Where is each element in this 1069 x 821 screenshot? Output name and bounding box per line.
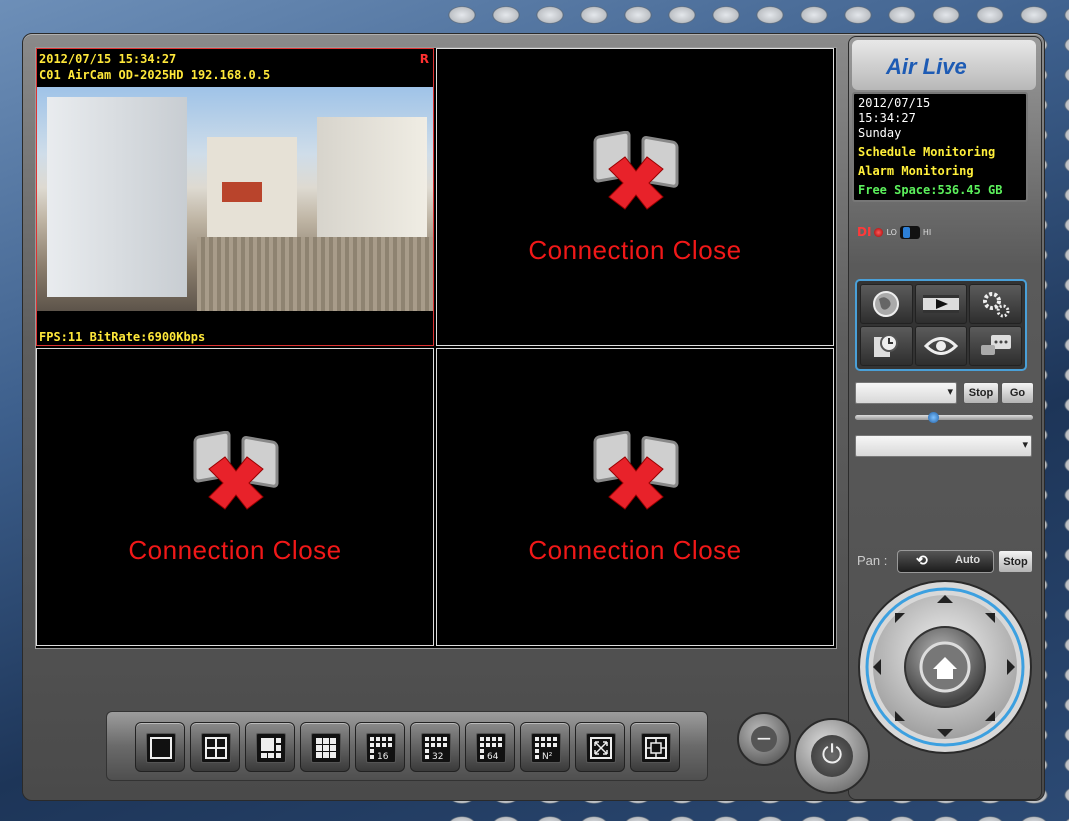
six-view-icon [256,733,286,763]
grid-64-label: 64 [487,752,499,762]
single-view-icon [146,733,176,763]
recording-flag: R [419,52,429,66]
layout-nine-button[interactable] [300,722,350,772]
minimize-button[interactable]: − [737,712,791,766]
video-grid: 2012/07/15 15:34:27 C01 AirCam OD-2025HD… [35,47,837,649]
auto-cycle-button[interactable] [630,722,680,772]
connection-close-icon [593,131,679,210]
playback-icon[interactable] [914,284,968,324]
status-info-box: 2012/07/15 15:34:27 Sunday Schedule Moni… [852,92,1028,202]
power-button[interactable]: ⏻ [794,718,870,794]
home-icon[interactable] [919,641,971,693]
grid-n2-icon: N² [531,733,561,763]
power-icon: ⏻ [811,735,853,777]
layout-six-button[interactable] [245,722,295,772]
grid-64-icon: 64 [476,733,506,763]
fullscreen-icon [586,733,616,763]
layout-64-button[interactable]: 64 [465,722,515,772]
eye-icon[interactable] [914,326,968,366]
di-hi-label: HI [922,227,932,237]
camera-select[interactable] [855,435,1032,457]
camera-cell-4[interactable]: Connection Close [436,348,834,646]
di-label: DI [857,225,872,239]
cycle-icon: ⟲ [916,552,928,568]
di-lo-label: LO [886,227,897,237]
layout-single-button[interactable] [135,722,185,772]
grid-n2-label: N² [542,752,553,762]
grid-32-icon: 32 [421,733,451,763]
pan-label: Pan : [857,553,888,568]
camera-cell-1[interactable]: 2012/07/15 15:34:27 C01 AirCam OD-2025HD… [36,48,434,346]
speed-slider-track[interactable] [855,415,1033,420]
nine-view-icon [311,733,341,763]
function-pad [855,279,1027,371]
connection-close-icon [193,431,279,510]
layout-16-button[interactable]: 16 [355,722,405,772]
auto-cycle-icon [641,733,671,763]
di-led-icon [874,227,884,237]
di-toggle[interactable] [899,225,920,239]
pan-auto-label: Auto [955,554,981,566]
info-time: 15:34:27 [858,111,916,125]
preset-go-button[interactable]: Go [1001,382,1034,404]
camera-cell-3[interactable]: Connection Close [36,348,434,646]
connection-status-text: Connection Close [128,535,342,565]
globe-icon[interactable] [860,284,913,324]
schedule-clock-icon[interactable] [860,326,913,366]
pan-stop-button[interactable]: Stop [998,550,1033,573]
message-icon[interactable] [969,326,1022,366]
schedule-monitoring-status: Schedule Monitoring [858,145,996,159]
preset-select[interactable] [855,382,957,404]
osd-stats: FPS:11 BitRate:6900Kbps [39,330,206,344]
fullscreen-button[interactable] [575,722,625,772]
alarm-monitoring-status: Alarm Monitoring [858,164,974,178]
grid-32-label: 32 [432,752,443,762]
info-weekday: Sunday [858,126,902,140]
layout-32-button[interactable]: 32 [410,722,460,772]
camera-video-frame [37,87,433,311]
preset-stop-button[interactable]: Stop [963,382,999,404]
connection-close-icon [593,431,679,510]
settings-gears-icon[interactable] [969,284,1022,324]
connection-status-text: Connection Close [528,535,742,565]
camera-cell-2[interactable]: Connection Close [436,48,834,346]
layout-quad-button[interactable] [190,722,240,772]
digital-input-indicator: DI LO HI [857,225,931,239]
free-space-status: Free Space:536.45 GB [858,183,1003,197]
layout-n2-button[interactable]: N² [520,722,570,772]
minus-icon: − [751,726,777,752]
ptz-control-ring [858,580,1032,754]
grid-16-icon: 16 [366,733,396,763]
quad-view-icon [201,733,231,763]
pan-auto-button[interactable]: ⟲ Auto [897,550,994,573]
info-date: 2012/07/15 [858,96,931,110]
osd-camera-name: C01 AirCam OD-2025HD 192.168.0.5 [39,68,271,82]
speed-slider-knob[interactable] [928,412,939,423]
grid-16-label: 16 [377,752,389,762]
osd-datetime: 2012/07/15 15:34:27 [39,52,177,66]
brand-logo: Air Live [886,54,967,79]
connection-status-text: Connection Close [528,235,742,265]
